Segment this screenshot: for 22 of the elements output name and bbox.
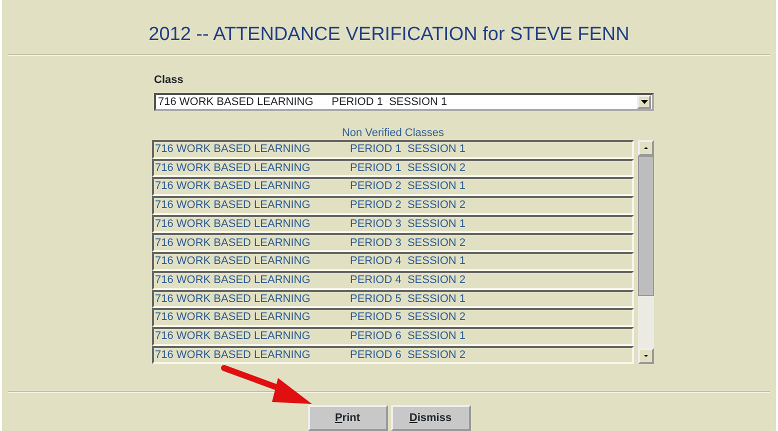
- list-item[interactable]: 716 WORK BASED LEARNING PERIOD 1 SESSION 1: [152, 140, 634, 159]
- list-heading: Non Verified Classes: [342, 127, 444, 139]
- list-item[interactable]: 716 WORK BASED LEARNING PERIOD 4 SESSION 2: [152, 270, 634, 290]
- page-title: 2012 -- ATTENDANCE VERIFICATION for STEVE FENN: [148, 23, 630, 47]
- class-dropdown[interactable]: 716 WORK BASED LEARNING PERIOD 1 SESSION 1: [154, 93, 654, 111]
- list-item[interactable]: 716 WORK BASED LEARNING PERIOD 3 SESSION 1: [152, 214, 634, 234]
- class-label: Class: [154, 74, 184, 86]
- list-item[interactable]: 716 WORK BASED LEARNING PERIOD 2 SESSION 1: [152, 177, 634, 196]
- scrollbar[interactable]: [638, 140, 654, 364]
- list-item[interactable]: 716 WORK BASED LEARNING PERIOD 6 SESSION 2: [152, 346, 634, 364]
- scroll-down-icon[interactable]: [638, 348, 654, 364]
- list-item[interactable]: 716 WORK BASED LEARNING PERIOD 2 SESSION 2: [152, 196, 634, 215]
- list-item[interactable]: 716 WORK BASED LEARNING PERIOD 4 SESSION 1: [152, 252, 634, 271]
- list-item[interactable]: 716 WORK BASED LEARNING PERIOD 6 SESSION 1: [152, 326, 634, 346]
- list-item[interactable]: 716 WORK BASED LEARNING PERIOD 5 SESSION 2: [152, 308, 634, 327]
- print-button[interactable]: Print: [308, 405, 388, 431]
- list-item[interactable]: 716 WORK BASED LEARNING PERIOD 1 SESSION 2: [152, 158, 634, 178]
- list-item[interactable]: 716 WORK BASED LEARNING PERIOD 3 SESSION 2: [152, 233, 634, 252]
- dismiss-button[interactable]: Dismiss: [390, 405, 470, 431]
- list-item[interactable]: 716 WORK BASED LEARNING PERIOD 5 SESSION 1: [152, 290, 634, 308]
- scroll-up-icon[interactable]: [638, 140, 654, 156]
- scroll-thumb[interactable]: [638, 156, 654, 296]
